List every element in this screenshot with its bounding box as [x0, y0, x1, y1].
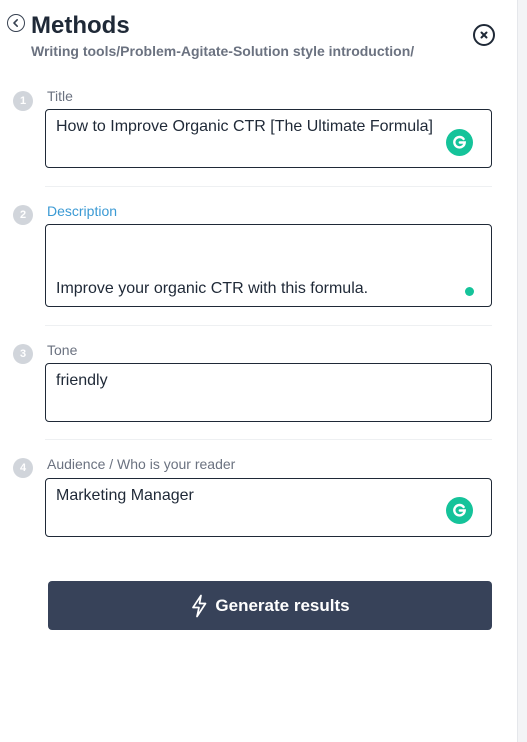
- generate-results-label: Generate results: [215, 595, 350, 615]
- grammarly-dot-icon[interactable]: [465, 287, 474, 296]
- back-button[interactable]: [7, 14, 25, 32]
- audience-input[interactable]: Marketing Manager: [45, 478, 492, 537]
- close-circle-icon: [480, 31, 488, 39]
- field-divider: [45, 325, 492, 326]
- tone-label: Tone: [47, 342, 78, 358]
- step-badge-2: 2: [13, 205, 33, 225]
- description-textarea[interactable]: Improve your organic CTR with this formu…: [45, 224, 492, 307]
- tone-input[interactable]: friendly: [45, 363, 492, 422]
- close-button[interactable]: [473, 24, 495, 46]
- chevron-left-circle-icon: [13, 19, 18, 27]
- breadcrumb: Writing tools/Problem-Agitate-Solution s…: [31, 43, 415, 59]
- page-title: Methods: [31, 12, 130, 39]
- title-label: Title: [47, 88, 73, 104]
- right-edge-border: [517, 0, 518, 742]
- field-divider: [45, 439, 492, 440]
- audience-input-value: Marketing Manager: [56, 487, 194, 504]
- audience-label: Audience / Who is your reader: [47, 456, 236, 472]
- step-badge-4: 4: [13, 458, 33, 478]
- grammarly-icon[interactable]: [446, 497, 473, 524]
- description-textarea-value: Improve your organic CTR with this formu…: [56, 280, 369, 297]
- right-edge-panel: [517, 0, 527, 742]
- lightning-bolt-icon: [192, 594, 207, 617]
- step-badge-1: 1: [13, 91, 33, 111]
- title-input-value: How to Improve Organic CTR [The Ultimate…: [56, 118, 433, 135]
- description-label: Description: [47, 203, 118, 219]
- title-input[interactable]: How to Improve Organic CTR [The Ultimate…: [45, 109, 492, 168]
- step-badge-3: 3: [13, 344, 33, 364]
- tone-input-value: friendly: [56, 372, 108, 389]
- generate-results-button[interactable]: Generate results: [48, 581, 492, 630]
- field-divider: [45, 186, 492, 187]
- grammarly-icon[interactable]: [446, 129, 473, 156]
